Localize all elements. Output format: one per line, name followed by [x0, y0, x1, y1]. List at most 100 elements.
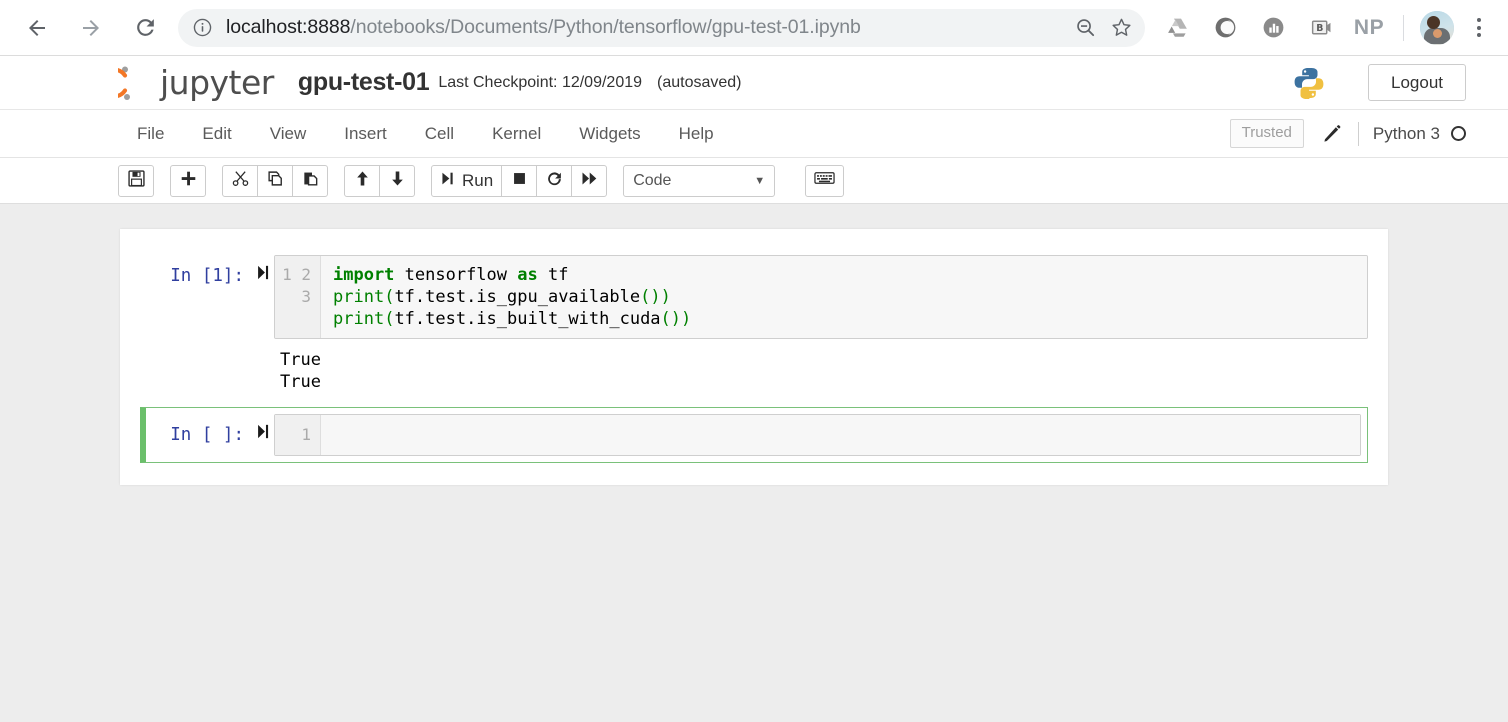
copy-button[interactable]: [257, 165, 293, 197]
arrow-left-icon: [25, 16, 49, 40]
restart-run-all-button[interactable]: [571, 165, 607, 197]
cell-inner: In [1]: 1 2 3 import tensorflow as tf pr…: [140, 255, 1368, 397]
profile-avatar[interactable]: [1420, 11, 1454, 45]
menu-item-help[interactable]: Help: [660, 117, 733, 151]
stop-square-icon: [512, 171, 527, 191]
save-floppy-icon: [128, 170, 145, 192]
google-drive-icon[interactable]: [1160, 11, 1194, 45]
np-extension-label: NP: [1354, 16, 1384, 40]
toolbar-group-move: [344, 165, 415, 197]
autosave-status: (autosaved): [657, 74, 742, 92]
interrupt-kernel-button[interactable]: [501, 165, 537, 197]
cell-type-value: Code: [633, 172, 671, 190]
logout-button[interactable]: Logout: [1368, 64, 1466, 101]
move-cell-down-button[interactable]: [379, 165, 415, 197]
scissors-cut-icon: [232, 170, 249, 192]
extension-icons: B NP: [1153, 11, 1393, 45]
avatar-child: [1433, 29, 1442, 38]
chevron-down-icon: ▼: [754, 175, 765, 187]
code-content[interactable]: import tensorflow as tf print(tf.test.is…: [321, 256, 1367, 338]
jupyter-logo-text: jupyter: [160, 63, 274, 102]
cell-inner: In [ ]: 1: [146, 414, 1361, 456]
cell-output: True True: [274, 339, 1368, 397]
url-path: /notebooks/Documents/Python/tensorflow/g…: [350, 16, 860, 38]
code-token: (: [384, 309, 394, 329]
run-cell-icon[interactable]: [252, 414, 274, 456]
jupyter-menubar: File Edit View Insert Cell Kernel Widget…: [0, 110, 1508, 158]
code-token: tf.test.is_gpu_available: [394, 287, 640, 307]
cell-input-area: 1: [274, 414, 1361, 456]
menu-item-cell[interactable]: Cell: [406, 117, 473, 151]
save-button[interactable]: [118, 165, 154, 197]
arrow-up-icon: [354, 170, 371, 192]
back-button[interactable]: [18, 9, 56, 47]
menu-item-file[interactable]: File: [118, 117, 183, 151]
info-circle-icon[interactable]: [192, 17, 213, 38]
cut-button[interactable]: [222, 165, 258, 197]
code-token: tf.test.is_built_with_cuda: [394, 309, 660, 329]
code-cell[interactable]: In [1]: 1 2 3 import tensorflow as tf pr…: [140, 251, 1368, 401]
browser-toolbar: localhost:8888/notebooks/Documents/Pytho…: [0, 0, 1508, 56]
command-palette-button[interactable]: [805, 165, 844, 197]
run-button[interactable]: Run: [431, 165, 502, 197]
address-bar[interactable]: localhost:8888/notebooks/Documents/Pytho…: [178, 9, 1145, 47]
code-token: as: [517, 265, 537, 285]
restart-kernel-button[interactable]: [536, 165, 572, 197]
code-token: (): [640, 287, 660, 307]
menu-item-edit[interactable]: Edit: [183, 117, 250, 151]
url-host: localhost:8888: [226, 16, 350, 38]
code-content[interactable]: [321, 415, 1360, 455]
code-token: ): [661, 287, 671, 307]
menu-dot: [1477, 18, 1481, 22]
forward-button[interactable]: [72, 9, 110, 47]
run-cell-icon: [440, 171, 455, 191]
menu-item-insert[interactable]: Insert: [325, 117, 406, 151]
menu-item-view[interactable]: View: [251, 117, 326, 151]
plus-add-cell-icon: [180, 170, 197, 192]
jupyter-logo-link[interactable]: jupyter: [118, 63, 274, 103]
zoom-out-icon[interactable]: [1067, 10, 1103, 46]
code-cell-selected[interactable]: In [ ]: 1: [140, 407, 1368, 463]
video-b-icon[interactable]: B: [1304, 11, 1338, 45]
cell-prompt: In [1]:: [140, 255, 252, 397]
line-number-gutter: 1 2 3: [275, 256, 321, 338]
paste-button[interactable]: [292, 165, 328, 197]
paste-icon: [302, 170, 319, 192]
code-token: import: [333, 265, 394, 285]
np-extension-icon[interactable]: NP: [1352, 11, 1386, 45]
avatar-head: [1427, 16, 1440, 29]
menu-item-widgets[interactable]: Widgets: [560, 117, 659, 151]
move-cell-up-button[interactable]: [344, 165, 380, 197]
bookmark-star-icon[interactable]: [1103, 10, 1139, 46]
jupyter-header: jupyter gpu-test-01 Last Checkpoint: 12/…: [0, 56, 1508, 110]
keyboard-icon: [814, 170, 835, 191]
pencil-edit-icon[interactable]: [1322, 124, 1342, 144]
code-token: (): [661, 309, 681, 329]
code-token: ): [681, 309, 691, 329]
cell-type-select[interactable]: Code ▼: [623, 165, 775, 197]
circle-moon-icon[interactable]: [1208, 11, 1242, 45]
code-token: print: [333, 287, 384, 307]
menu-item-kernel[interactable]: Kernel: [473, 117, 560, 151]
cell-prompt: In [ ]:: [146, 414, 252, 456]
run-button-label: Run: [462, 171, 493, 191]
reload-icon: [133, 15, 158, 40]
header-right-group: Logout: [1292, 64, 1466, 101]
code-editor[interactable]: 1: [274, 414, 1361, 456]
python-logo-icon: [1292, 66, 1326, 100]
copy-icon: [267, 170, 284, 192]
run-cell-icon[interactable]: [252, 255, 274, 397]
arrow-right-icon: [79, 16, 103, 40]
insert-cell-button[interactable]: [170, 165, 206, 197]
reload-button[interactable]: [126, 9, 164, 47]
notebook-title[interactable]: gpu-test-01: [298, 68, 429, 97]
restart-kernel-icon: [546, 170, 563, 192]
kernel-name-label: Python 3: [1373, 124, 1440, 144]
line-number-gutter: 1: [275, 415, 321, 455]
analytics-chart-icon[interactable]: [1256, 11, 1290, 45]
menubar-divider: [1358, 122, 1359, 146]
code-editor[interactable]: 1 2 3 import tensorflow as tf print(tf.t…: [274, 255, 1368, 339]
three-dot-menu-icon[interactable]: [1464, 11, 1494, 45]
fast-forward-icon: [581, 170, 598, 192]
kernel-idle-circle-icon[interactable]: [1451, 126, 1466, 141]
